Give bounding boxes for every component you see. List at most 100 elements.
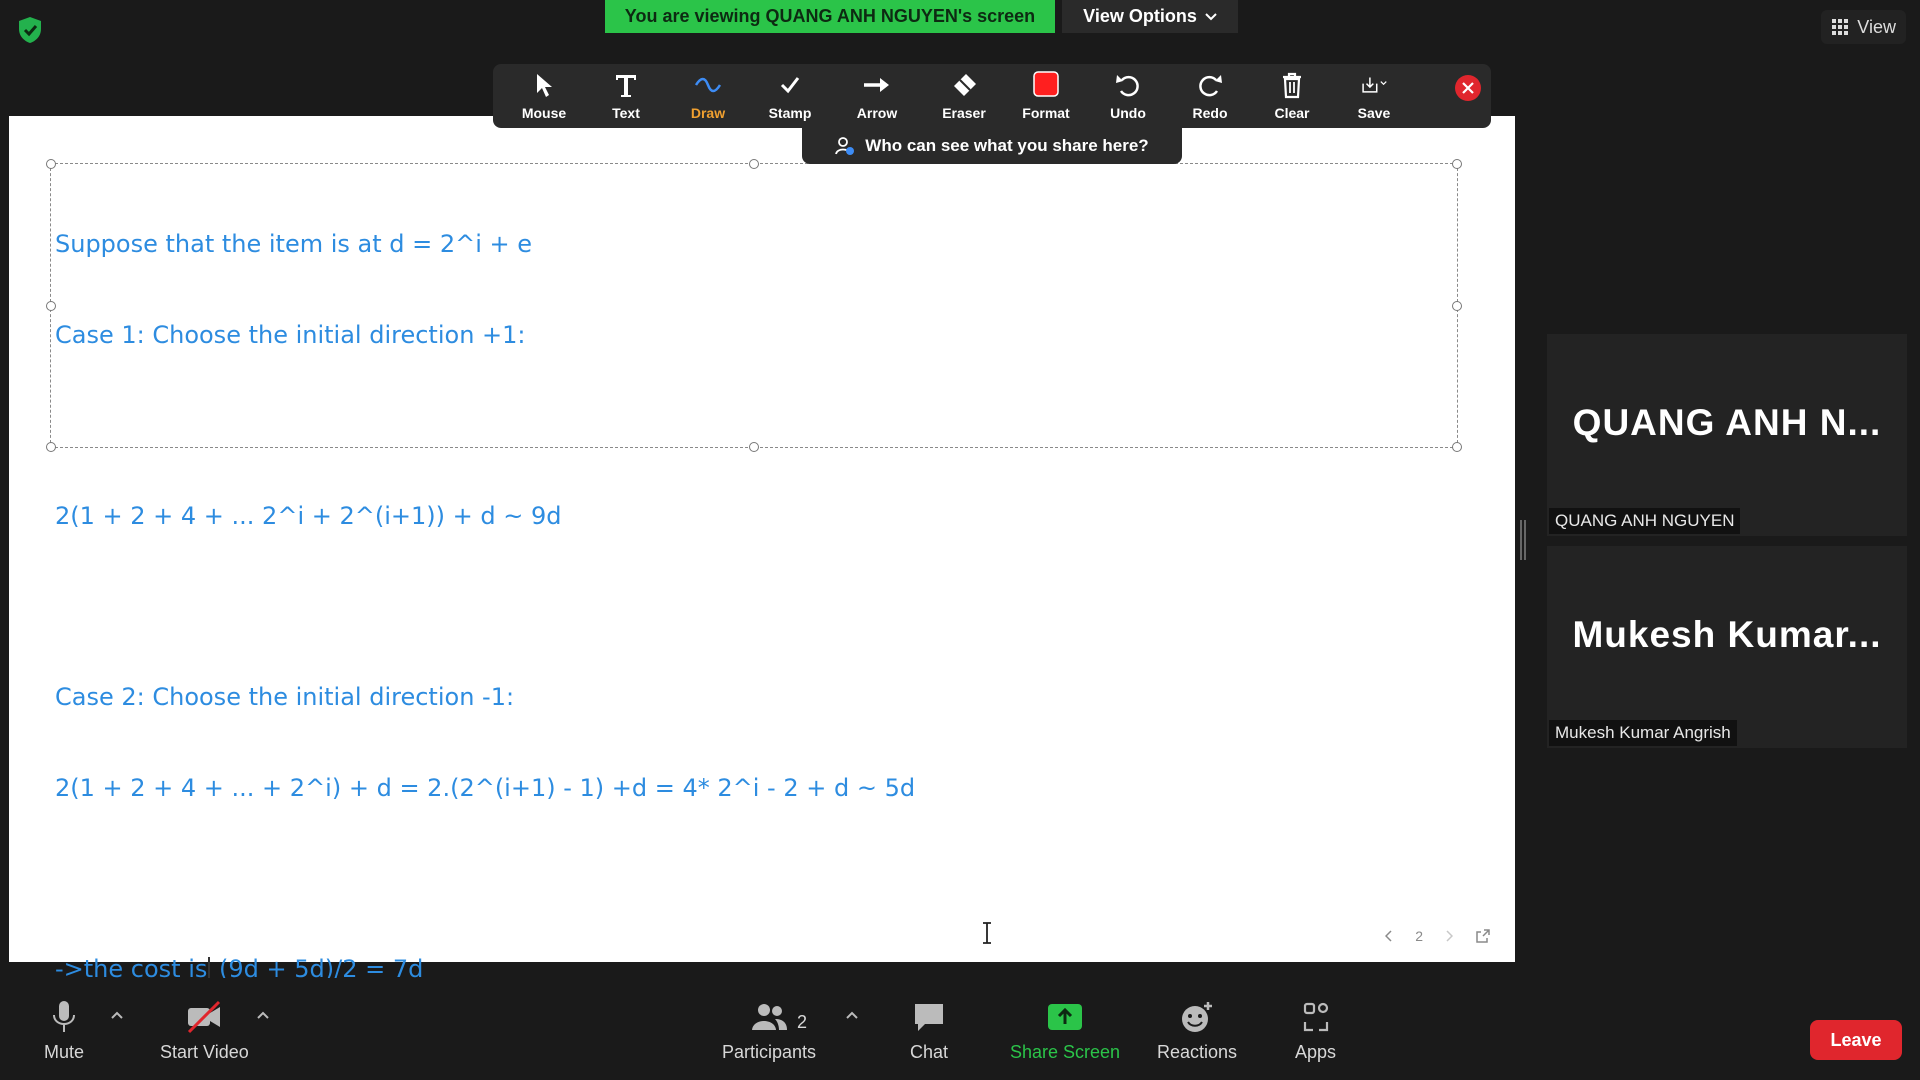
- board-line: [55, 592, 915, 622]
- view-options-label: View Options: [1083, 6, 1197, 26]
- view-label: View: [1857, 16, 1896, 37]
- arrow-icon: [864, 78, 889, 92]
- apps-button[interactable]: Apps: [1295, 1000, 1336, 1063]
- eraser-icon: [954, 74, 976, 96]
- mouse-pointer-icon: [537, 74, 552, 97]
- tool-text[interactable]: Text: [585, 64, 667, 128]
- resize-handle-tr[interactable]: [1452, 159, 1462, 169]
- viewing-banner-text: You are viewing QUANG ANH NGUYEN's scree…: [624, 6, 1036, 26]
- color-square-icon: [1033, 71, 1059, 97]
- reactions-label: Reactions: [1157, 1042, 1238, 1062]
- video-off-icon: [188, 1000, 221, 1034]
- participant-display-name: Mukesh Kumar...: [1572, 614, 1882, 655]
- board-line: [55, 411, 915, 441]
- panel-resize-handle[interactable]: [1520, 520, 1526, 560]
- tool-label: Arrow: [856, 105, 898, 121]
- participant-tile[interactable]: QUANG ANH N... QUANG ANH NGUYEN: [1547, 334, 1907, 536]
- chevron-left-icon[interactable]: [1385, 930, 1393, 942]
- share-screen-button[interactable]: Share Screen: [1010, 1000, 1120, 1063]
- share-screen-icon: [1048, 1004, 1083, 1030]
- mute-button[interactable]: Mute: [44, 1000, 84, 1063]
- leave-button[interactable]: Leave: [1810, 1020, 1902, 1060]
- resize-handle-mr[interactable]: [1452, 301, 1462, 311]
- tool-redo[interactable]: Redo: [1169, 64, 1251, 128]
- resize-handle-tl[interactable]: [46, 159, 56, 169]
- video-options-caret-icon[interactable]: [256, 1010, 270, 1020]
- tool-eraser[interactable]: Eraser: [923, 64, 1005, 128]
- board-line: 2(1 + 2 + 4 + ... + 2^i) + d = 2.(2^(i+1…: [55, 773, 916, 802]
- tool-label: Clear: [1274, 105, 1310, 121]
- tool-draw[interactable]: Draw: [667, 64, 749, 128]
- draw-icon: [694, 77, 722, 93]
- who-can-see-label: Who can see what you share here?: [865, 136, 1149, 155]
- tool-label: Eraser: [942, 105, 986, 121]
- board-line: Case 2: Choose the initial direction -1:: [55, 683, 515, 712]
- tool-label: Undo: [1110, 105, 1146, 121]
- tool-label: Save: [1357, 105, 1391, 121]
- board-line: [55, 864, 915, 894]
- resize-handle-br[interactable]: [1452, 442, 1462, 452]
- participants-icon: [752, 1004, 788, 1030]
- meeting-controls-bar: Mute Start Video Participants 2 Chat Sha…: [0, 978, 1920, 1080]
- trash-icon: [1283, 72, 1301, 99]
- tool-label: Draw: [690, 105, 726, 121]
- participant-display-name: QUANG ANH N...: [1572, 402, 1882, 443]
- start-video-label: Start Video: [160, 1042, 249, 1062]
- resize-handle-tm[interactable]: [749, 159, 759, 169]
- text-icon: [616, 75, 636, 97]
- participants-label: Participants: [722, 1042, 817, 1062]
- chevron-down-icon: [1205, 12, 1217, 20]
- close-icon: [1462, 82, 1474, 94]
- page-number: 2: [1415, 928, 1423, 944]
- participant-name-tag: QUANG ANH NGUYEN: [1549, 508, 1741, 534]
- annotation-toolbar: Mouse Text Draw Stamp Arrow Eraser Forma…: [493, 64, 1491, 128]
- mute-label: Mute: [44, 1042, 85, 1062]
- participants-options-caret-icon[interactable]: [845, 1010, 859, 1020]
- who-can-see-button[interactable]: Who can see what you share here?: [802, 128, 1182, 164]
- tool-save[interactable]: Save: [1333, 64, 1415, 128]
- undo-icon: [1116, 75, 1139, 97]
- audio-options-caret-icon[interactable]: [110, 1010, 124, 1020]
- tool-label: Redo: [1192, 105, 1228, 121]
- view-options-button[interactable]: View Options: [1062, 0, 1238, 33]
- participants-count: 2: [797, 1012, 808, 1032]
- page-navigator: 2: [1385, 928, 1491, 944]
- annotation-text[interactable]: Suppose that the item is at d = 2^i + e …: [55, 169, 915, 1045]
- chat-icon: [915, 1004, 944, 1031]
- redo-icon: [1199, 75, 1222, 97]
- tool-arrow[interactable]: Arrow: [831, 64, 923, 128]
- microphone-icon: [53, 1001, 76, 1032]
- tool-mouse[interactable]: Mouse: [503, 64, 585, 128]
- tool-stamp[interactable]: Stamp: [749, 64, 831, 128]
- board-line: 2(1 + 2 + 4 + ... 2^i + 2^(i+1)) + d ~ 9…: [55, 502, 562, 531]
- reactions-button[interactable]: Reactions: [1157, 1000, 1237, 1063]
- export-page-icon[interactable]: [1475, 928, 1491, 944]
- apps-label: Apps: [1295, 1042, 1337, 1062]
- participant-tile[interactable]: Mukesh Kumar... Mukesh Kumar Angrish: [1547, 546, 1907, 748]
- chevron-right-icon[interactable]: [1445, 930, 1453, 942]
- tool-label: Text: [612, 105, 640, 121]
- tool-clear[interactable]: Clear: [1251, 64, 1333, 128]
- tool-label: Format: [1022, 105, 1070, 121]
- text-cursor-icon: [983, 922, 991, 944]
- chat-button[interactable]: Chat: [910, 1000, 948, 1063]
- tool-format[interactable]: Format: [1005, 64, 1087, 128]
- start-video-button[interactable]: Start Video: [160, 1000, 249, 1063]
- tool-label: Stamp: [768, 105, 812, 121]
- close-toolbar-button[interactable]: [1455, 75, 1481, 101]
- tool-undo[interactable]: Undo: [1087, 64, 1169, 128]
- shared-screen[interactable]: Suppose that the item is at d = 2^i + e …: [9, 116, 1515, 983]
- security-shield-icon[interactable]: [14, 14, 46, 46]
- board-line: Suppose that the item is at d = 2^i + e: [55, 230, 533, 259]
- download-icon: [1362, 77, 1387, 93]
- view-layout-button[interactable]: View: [1821, 10, 1906, 44]
- grid-icon: [1832, 19, 1849, 35]
- reactions-icon: [1182, 1002, 1213, 1032]
- user-shield-icon: [835, 137, 855, 155]
- leave-label: Leave: [1830, 1029, 1882, 1050]
- chat-label: Chat: [910, 1042, 949, 1062]
- viewing-banner: You are viewing QUANG ANH NGUYEN's scree…: [605, 0, 1055, 33]
- share-screen-label: Share Screen: [1010, 1042, 1121, 1062]
- apps-icon: [1303, 1002, 1328, 1032]
- participant-name-tag: Mukesh Kumar Angrish: [1549, 720, 1737, 746]
